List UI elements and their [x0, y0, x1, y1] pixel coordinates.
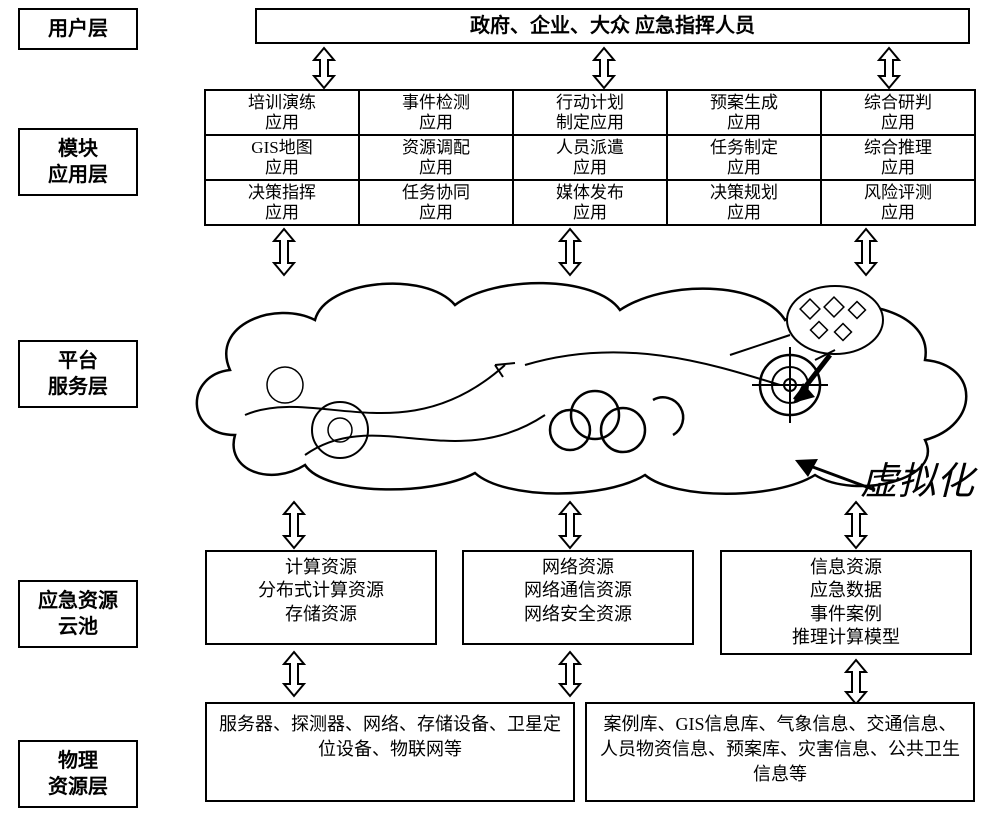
module-cell: 预案生成 应用	[666, 89, 822, 136]
layer-label-physical: 物理 资源层	[18, 740, 138, 808]
virtualization-label: 虚拟化	[860, 450, 974, 505]
module-cell: 行动计划 制定应用	[512, 89, 668, 136]
resource-network: 网络资源 网络通信资源 网络安全资源	[462, 550, 694, 645]
module-cell: 任务制定 应用	[666, 134, 822, 181]
module-cell: 培训演练 应用	[204, 89, 360, 136]
physical-hardware: 服务器、探测器、网络、存储设备、卫星定位设备、物联网等	[205, 702, 575, 802]
layer-label-user: 用户层	[18, 8, 138, 50]
module-cell: 综合研判 应用	[820, 89, 976, 136]
physical-databases: 案例库、GIS信息库、气象信息、交通信息、人员物资信息、预案库、灾害信息、公共卫…	[585, 702, 975, 802]
module-cell: 资源调配 应用	[358, 134, 514, 181]
arrow-icon	[556, 650, 584, 698]
layer-label-resource: 应急资源 云池	[18, 580, 138, 648]
arrow-icon	[842, 500, 870, 550]
arrow-icon	[556, 500, 584, 550]
arrow-icon	[590, 46, 618, 90]
arrow-icon	[280, 650, 308, 698]
arrow-icon	[310, 46, 338, 90]
user-bar: 政府、企业、大众 应急指挥人员	[255, 8, 970, 44]
layer-label-module: 模块 应用层	[18, 128, 138, 196]
arrow-icon	[280, 500, 308, 550]
module-grid: 培训演练 应用 事件检测 应用 行动计划 制定应用 预案生成 应用 综合研判 应…	[205, 90, 975, 225]
module-cell: 决策指挥 应用	[204, 179, 360, 226]
layer-label-platform: 平台 服务层	[18, 340, 138, 408]
module-cell: 综合推理 应用	[820, 134, 976, 181]
module-cell: 事件检测 应用	[358, 89, 514, 136]
module-cell: 人员派遣 应用	[512, 134, 668, 181]
resource-computing: 计算资源 分布式计算资源 存储资源	[205, 550, 437, 645]
module-cell: 任务协同 应用	[358, 179, 514, 226]
module-cell: GIS地图 应用	[204, 134, 360, 181]
module-cell: 决策规划 应用	[666, 179, 822, 226]
module-cell: 风险评测 应用	[820, 179, 976, 226]
module-cell: 媒体发布 应用	[512, 179, 668, 226]
arrow-icon	[875, 46, 903, 90]
arrow-icon	[842, 658, 870, 706]
resource-info: 信息资源 应急数据 事件案例 推理计算模型	[720, 550, 972, 655]
